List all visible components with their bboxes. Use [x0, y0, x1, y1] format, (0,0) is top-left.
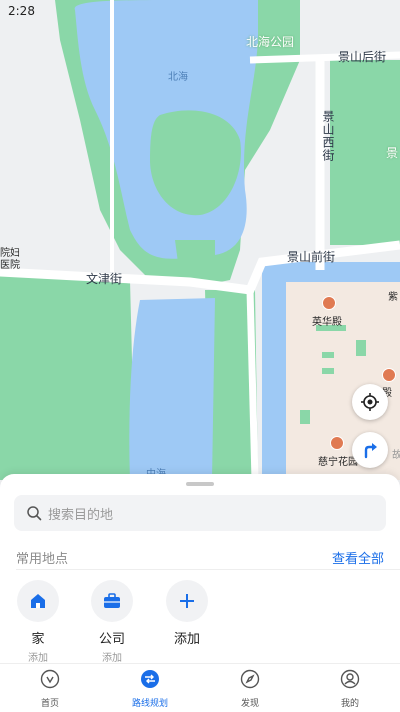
route-button[interactable] — [352, 432, 388, 468]
palace-poi-icon[interactable] — [330, 436, 344, 450]
map-label-jingshan-west: 景山西街 — [321, 110, 335, 162]
frequent-places-title: 常用地点 — [16, 552, 69, 567]
map-label-jingshan-front: 景山前街 — [287, 250, 336, 264]
locate-button[interactable] — [352, 384, 388, 420]
map-label-jingshan-back: 景山后街 — [338, 50, 387, 64]
plus-icon — [180, 594, 194, 608]
palace-poi-icon[interactable] — [382, 368, 396, 382]
place-company[interactable]: 公司 添加 — [82, 580, 142, 664]
place-sub: 添加 — [102, 653, 122, 664]
place-add[interactable]: 添加 — [157, 580, 217, 647]
home-icon — [31, 594, 45, 608]
map-label-beihai: 北海 — [168, 72, 188, 83]
map-label-beihai-park: 北海公园 — [246, 35, 295, 49]
place-name: 家 — [31, 632, 45, 647]
place-icon-circle[interactable] — [17, 580, 59, 622]
map-view[interactable] — [0, 0, 400, 481]
map-label-wenjin: 文津街 — [86, 272, 123, 286]
search-icon — [27, 506, 42, 521]
locate-icon — [361, 393, 379, 411]
map-label-jing-edge: 景 — [386, 146, 399, 160]
map-label-yinghua[interactable]: 英华殿 — [312, 313, 342, 328]
user-icon — [340, 669, 360, 689]
tab-discover[interactable]: 发现 — [200, 668, 300, 709]
turn-right-icon — [364, 443, 377, 459]
palace-poi-icon[interactable] — [322, 296, 336, 310]
place-icon-circle[interactable] — [166, 580, 208, 622]
route-icon — [141, 670, 159, 688]
bottom-tab-bar: 首页 路线规划 发现 我的 — [0, 663, 400, 712]
map-label-hospital-2: 医院 — [0, 260, 20, 271]
see-all-link[interactable]: 查看全部 — [332, 548, 384, 567]
place-sub: 添加 — [28, 653, 48, 664]
search-placeholder: 搜索目的地 — [48, 507, 114, 523]
status-time: 2:28 — [8, 4, 35, 18]
compass-icon — [240, 669, 260, 689]
map-label-gu: 故 — [392, 450, 400, 461]
tab-label: 发现 — [240, 699, 259, 709]
search-input[interactable]: 搜索目的地 — [14, 495, 386, 531]
tab-route-planning[interactable]: 路线规划 — [100, 668, 200, 709]
tab-label: 首页 — [40, 699, 59, 709]
tab-label: 我的 — [340, 699, 359, 709]
place-name: 公司 — [98, 632, 125, 647]
status-bar: 2:28 — [0, 0, 400, 22]
place-home[interactable]: 家 添加 — [8, 580, 68, 664]
place-icon-circle[interactable] — [91, 580, 133, 622]
tab-home[interactable]: 首页 — [0, 668, 100, 709]
map-label-zi: 紫 — [388, 292, 398, 303]
briefcase-icon — [104, 593, 120, 608]
tab-label: 路线规划 — [131, 699, 168, 709]
divider — [16, 569, 400, 570]
sheet-grabber[interactable] — [186, 482, 214, 486]
map-pin-icon — [40, 669, 60, 689]
place-name: 添加 — [173, 632, 200, 647]
map-canvas[interactable] — [0, 0, 400, 481]
tab-me[interactable]: 我的 — [300, 668, 400, 709]
